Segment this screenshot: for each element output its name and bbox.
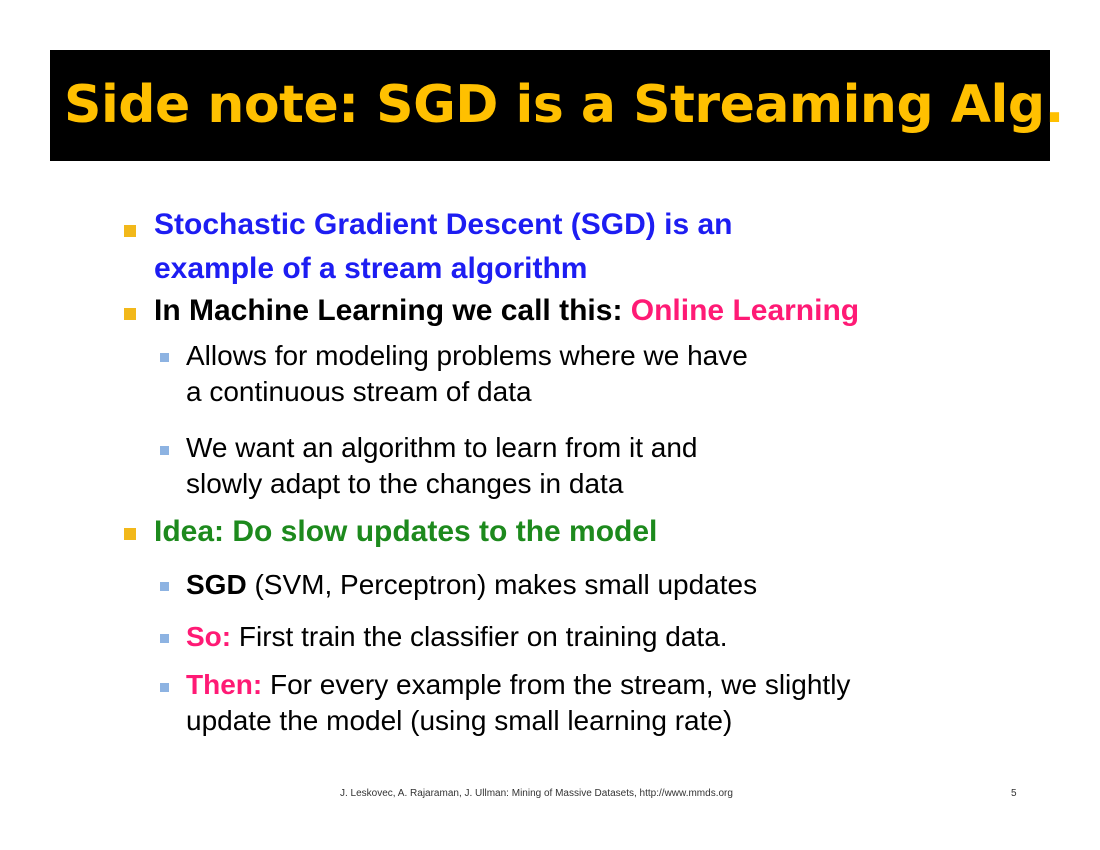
online-learning-highlight: Online Learning <box>630 294 860 327</box>
page-number: 5 <box>1011 788 1017 799</box>
then-label: Then: <box>186 669 263 700</box>
bullet-text-line1: Stochastic Gradient Descent (SGD) is an <box>154 208 733 241</box>
sub-bullet-text: So: First train the classifier on traini… <box>186 618 728 655</box>
sgd-bold: SGD <box>186 569 247 600</box>
bullet-marker <box>124 225 136 237</box>
bullet-text: In Machine Learning we call this: Online… <box>154 291 859 331</box>
sub-bullet-text-line1: Then: For every example from the stream,… <box>186 666 850 703</box>
sub-bullet-rest: First train the classifier on training d… <box>231 621 728 652</box>
sub-bullet-text-line1: Allows for modeling problems where we ha… <box>186 340 748 371</box>
bullet-text-line2: example of a stream algorithm <box>154 252 588 285</box>
sub-bullet-rest: (SVM, Perceptron) makes small updates <box>246 569 758 600</box>
sub-bullet-text-line2: a continuous stream of data <box>186 376 532 407</box>
footer-citation: J. Leskovec, A. Rajaraman, J. Ullman: Mi… <box>340 788 733 799</box>
sub-bullet-marker <box>160 634 169 643</box>
bullet-text-main: In Machine Learning we call this: <box>154 294 631 327</box>
bullet-marker <box>124 308 136 320</box>
sub-bullet-rest: For every example from the stream, we sl… <box>262 669 851 700</box>
sub-bullet-marker <box>160 582 169 591</box>
bullet-marker <box>124 528 136 540</box>
sub-bullet-marker <box>160 446 169 455</box>
sub-bullet-text-line1: We want an algorithm to learn from it an… <box>186 432 698 463</box>
sub-bullet-marker <box>160 683 169 692</box>
bullet-text: Idea: Do slow updates to the model <box>154 515 658 548</box>
slide-title: Side note: SGD is a Streaming Alg. <box>64 75 1064 135</box>
sub-bullet-text-line2: slowly adapt to the changes in data <box>186 468 624 499</box>
sub-bullet-text-line2: update the model (using small learning r… <box>186 705 733 736</box>
sub-bullet-marker <box>160 353 169 362</box>
sub-bullet-text: SGD (SVM, Perceptron) makes small update… <box>186 566 757 603</box>
so-label: So: <box>186 621 232 652</box>
